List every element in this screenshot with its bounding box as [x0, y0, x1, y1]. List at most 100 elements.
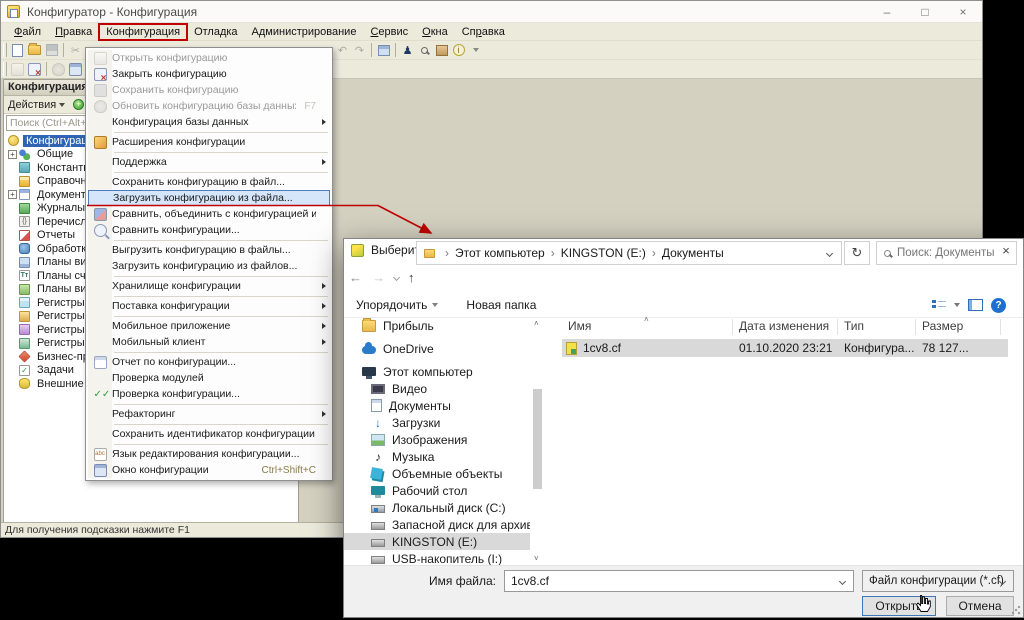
filename-dropdown-icon[interactable] — [839, 578, 846, 585]
address-dropdown-icon[interactable] — [826, 249, 833, 256]
menu-item-30[interactable]: Рефакторинг — [88, 406, 330, 422]
nav-item-13[interactable]: KINGSTON (E:) — [344, 533, 530, 550]
nav-item-1[interactable]: Прибыль — [344, 317, 530, 334]
menu-item-4[interactable]: Обновить конфигурацию базы данныхF7 — [88, 98, 330, 114]
menu-item-11[interactable]: Сохранить конфигурацию в файл... — [88, 174, 330, 190]
redo-icon[interactable]: ↷ — [352, 43, 367, 58]
refresh-button[interactable]: ↻ — [844, 241, 870, 265]
menubar-item-6[interactable]: Сервис — [363, 24, 415, 40]
toolbar-grip[interactable] — [3, 62, 7, 76]
nav-item-4[interactable]: Видео — [344, 380, 530, 397]
nav-item-2[interactable]: OneDrive — [344, 340, 530, 357]
menubar-item-7[interactable]: Окна — [415, 24, 455, 40]
column-modified[interactable]: Дата изменения — [739, 319, 829, 337]
copy-window-icon[interactable] — [376, 43, 391, 58]
add-icon[interactable]: + — [73, 99, 84, 110]
save-icon[interactable] — [44, 43, 59, 58]
breadcrumb-kingston[interactable]: KINGSTON (E:) — [561, 246, 646, 260]
new-file-icon[interactable] — [10, 43, 25, 58]
help-icon[interactable]: ? — [991, 298, 1006, 313]
menu-item-34[interactable]: abcЯзык редактирования конфигурации... — [88, 446, 330, 462]
syntax-check-icon[interactable]: ♟ — [400, 43, 415, 58]
column-size[interactable]: Размер — [922, 319, 963, 337]
view-mode-icon[interactable] — [932, 299, 946, 311]
menubar-item-1[interactable]: Файл — [7, 24, 48, 40]
up-icon[interactable]: ↑ — [408, 270, 415, 285]
scroll-thumb[interactable] — [533, 389, 542, 489]
undo-icon[interactable]: ↶ — [335, 43, 350, 58]
scroll-down-icon[interactable]: ˅ — [534, 554, 539, 563]
cut-icon[interactable]: ✂ — [68, 43, 83, 58]
nav-item-12[interactable]: Запасной диск для архива — [344, 516, 530, 533]
column-name[interactable]: Имя — [568, 319, 591, 337]
preview-pane-icon[interactable] — [968, 299, 983, 311]
menu-item-32[interactable]: Сохранить идентификатор конфигурации в ф… — [88, 426, 330, 442]
forward-icon[interactable]: → — [372, 270, 385, 285]
find-icon[interactable] — [417, 43, 432, 58]
menu-item-16[interactable]: Выгрузить конфигурацию в файлы... — [88, 242, 330, 258]
minimize-button[interactable]: – — [868, 1, 906, 22]
nav-item-5[interactable]: Документы — [344, 397, 530, 414]
nav-item-14[interactable]: USB-накопитель (I:) — [344, 550, 530, 565]
menu-item-17[interactable]: Загрузить конфигурацию из файлов... — [88, 258, 330, 274]
filename-input[interactable]: 1cv8.cf — [504, 570, 854, 592]
menu-item-9[interactable]: Поддержка — [88, 154, 330, 170]
menu-item-7[interactable]: Расширения конфигурации — [88, 134, 330, 150]
menubar-item-3[interactable]: Конфигурация — [99, 24, 187, 40]
menu-item-1[interactable]: Открыть конфигурацию — [88, 50, 330, 66]
db-config-icon[interactable] — [51, 62, 66, 77]
menu-item-5[interactable]: Конфигурация базы данных — [88, 114, 330, 130]
new-folder-button[interactable]: Новая папка — [466, 298, 536, 312]
menu-item-24[interactable]: Мобильный клиент — [88, 334, 330, 350]
menubar-item-4[interactable]: Отладка — [187, 24, 244, 40]
menu-item-27[interactable]: Проверка модулей — [88, 370, 330, 386]
expander-icon[interactable]: + — [8, 150, 17, 159]
back-icon[interactable]: ← — [349, 270, 362, 285]
file-row[interactable]: 1cv8.cf 01.10.2020 23:21 Конфигура... 78… — [562, 339, 1008, 357]
menu-item-14[interactable]: Сравнить конфигурации... — [88, 222, 330, 238]
menu-item-13[interactable]: Сравнить, объединить с конфигурацией из … — [88, 206, 330, 222]
search-input[interactable]: Поиск: Документы — [876, 241, 1017, 265]
cancel-button[interactable]: Отмена — [946, 596, 1014, 616]
nav-item-10[interactable]: Рабочий стол — [344, 482, 530, 499]
info-icon[interactable]: i — [451, 43, 466, 58]
maximize-button[interactable]: □ — [906, 1, 944, 22]
menu-item-2[interactable]: Закрыть конфигурацию — [88, 66, 330, 82]
breadcrumb-documents[interactable]: Документы — [662, 246, 724, 260]
menu-item-28[interactable]: ✓✓Проверка конфигурации... — [88, 386, 330, 402]
menubar-item-5[interactable]: Администрирование — [245, 24, 364, 40]
resize-grip[interactable] — [1011, 605, 1021, 615]
scroll-up-icon[interactable]: ˄ — [534, 319, 539, 328]
breadcrumb-this-pc[interactable]: Этот компьютер — [455, 246, 545, 260]
config-open-icon[interactable] — [10, 62, 25, 77]
actions-button[interactable]: Действия — [8, 99, 56, 111]
nav-item-3[interactable]: Этот компьютер — [344, 363, 530, 380]
menu-item-23[interactable]: Мобильное приложение — [88, 318, 330, 334]
nav-item-9[interactable]: Объемные объекты — [344, 465, 530, 482]
toolbar-more-icon[interactable] — [468, 43, 483, 58]
nav-item-8[interactable]: ♪Музыка — [344, 448, 530, 465]
expander-icon[interactable]: + — [8, 190, 17, 199]
address-bar[interactable]: › Этот компьютер › KINGSTON (E:) › Докум… — [416, 241, 842, 265]
column-type[interactable]: Тип — [844, 319, 864, 337]
menu-item-35[interactable]: Окно конфигурацииCtrl+Shift+C — [88, 462, 330, 478]
nav-scrollbar[interactable]: ˄ ˅ — [532, 319, 543, 563]
menubar-item-2[interactable]: Правка — [48, 24, 99, 40]
menu-item-12[interactable]: Загрузить конфигурацию из файла... — [88, 190, 330, 206]
close-button[interactable]: × — [944, 1, 982, 22]
filetype-select[interactable]: Файл конфигурации (*.cf) — [862, 570, 1014, 592]
nav-item-7[interactable]: Изображения — [344, 431, 530, 448]
menubar-item-8[interactable]: Справка — [455, 24, 512, 40]
db-update-icon[interactable] — [68, 62, 83, 77]
open-file-icon[interactable] — [27, 43, 42, 58]
nav-item-6[interactable]: ↓Загрузки — [344, 414, 530, 431]
config-close-icon[interactable] — [27, 62, 42, 77]
organize-button[interactable]: Упорядочить — [356, 298, 438, 312]
nav-item-11[interactable]: Локальный диск (C:) — [344, 499, 530, 516]
history-caret-icon[interactable] — [393, 273, 400, 280]
toolbar-grip[interactable] — [3, 43, 7, 57]
help-book-icon[interactable] — [434, 43, 449, 58]
view-mode-caret-icon[interactable] — [954, 303, 960, 307]
menu-item-26[interactable]: Отчет по конфигурации... — [88, 354, 330, 370]
menu-item-19[interactable]: Хранилище конфигурации — [88, 278, 330, 294]
